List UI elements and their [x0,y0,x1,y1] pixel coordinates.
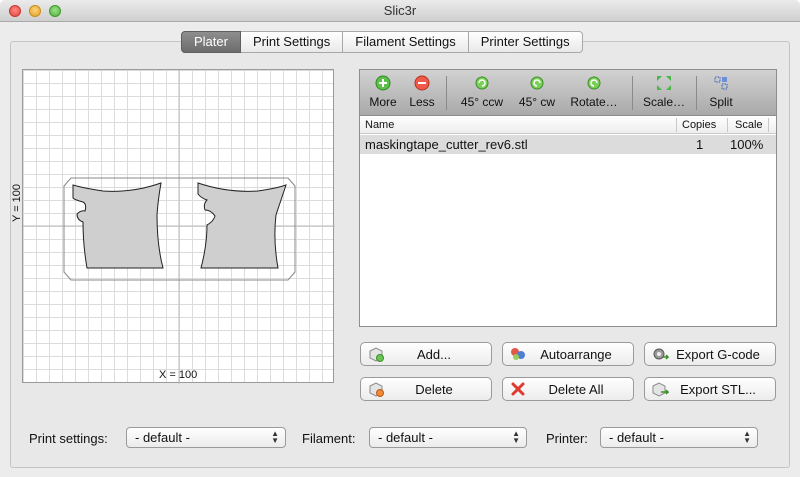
title-bar: Slic3r [0,0,800,22]
less-button[interactable]: Less [406,74,438,114]
column-header-copies[interactable]: Copies [682,119,716,131]
toolbar-separator [446,76,447,110]
less-label: Less [409,95,435,109]
scale-arrows-icon [657,76,671,90]
add-button[interactable]: Add... [360,342,492,366]
plater-canvas[interactable] [22,69,335,384]
object-name-cell: maskingtape_cutter_rev6.stl [365,137,528,152]
scale-button[interactable]: Scale… [640,74,688,114]
print-settings-select[interactable]: - default - ▲ ▼ [126,427,286,448]
rotate-cw-button[interactable]: 45° cw [514,74,560,114]
object-copies-cell: 1 [696,137,704,152]
toolbar-separator [696,76,697,110]
autoarrange-icon [511,348,525,360]
column-divider [676,118,677,132]
remove-circle-icon [414,75,430,91]
select-arrows-icon: ▲ ▼ [271,429,279,445]
select-arrows-icon: ▲ ▼ [743,429,751,445]
split-icon [714,76,728,90]
column-header-name[interactable]: Name [365,119,394,131]
split-label: Split [709,95,733,109]
plater-x-label: X = 100 [159,369,198,381]
more-button[interactable]: More [366,74,400,114]
object-list-row[interactable]: maskingtape_cutter_rev6.stl 1 100% [360,135,776,154]
tab-printer-settings[interactable]: Printer Settings [468,31,583,53]
printer-value: - default - [609,430,664,445]
column-divider [768,118,769,132]
tab-print-settings[interactable]: Print Settings [240,31,344,53]
object-toolbar: More Less 45° ccw 45° cw Rotate… Scale… … [359,69,777,115]
export-stl-icon [652,382,669,397]
column-header-scale[interactable]: Scale [735,119,763,131]
gear-icon [653,348,669,360]
filament-value: - default - [378,430,433,445]
delete-object-icon [369,382,384,397]
select-arrows-icon: ▲ ▼ [512,429,520,445]
printer-label: Printer: [546,431,588,446]
filament-select[interactable]: - default - ▲ ▼ [369,427,527,448]
rotate-ccw-icon [475,76,489,90]
object-list-header: Name Copies Scale [360,116,776,134]
toolbar-separator [632,76,633,110]
delete-button[interactable]: Delete [360,377,492,401]
add-object-icon [369,347,384,362]
split-button[interactable]: Split [704,74,738,114]
rotate-ccw-button[interactable]: 45° ccw [456,74,508,114]
print-settings-value: - default - [135,430,190,445]
export-gcode-button[interactable]: Export G-code [644,342,776,366]
filament-label: Filament: [302,431,356,446]
rotate-ccw-label: 45° ccw [460,95,504,109]
tab-plater[interactable]: Plater [181,31,241,53]
red-x-icon [511,382,525,396]
rotate-cw-label: 45° cw [518,95,556,109]
rotate-label: Rotate… [570,95,618,109]
print-settings-label: Print settings: [29,431,108,446]
tab-bar: Plater Print Settings Filament Settings … [181,31,583,53]
more-label: More [369,95,397,109]
scale-label: Scale… [642,95,686,109]
object-scale-cell: 100% [730,137,764,152]
rotate-button[interactable]: Rotate… [566,74,622,114]
autoarrange-button[interactable]: Autoarrange [502,342,634,366]
object-list[interactable]: Name Copies Scale maskingtape_cutter_rev… [359,115,777,327]
tab-filament-settings[interactable]: Filament Settings [343,31,469,53]
delete-all-button[interactable]: Delete All [502,377,634,401]
add-circle-icon [375,75,391,91]
object-part-right [197,182,287,269]
object-part-left [72,182,164,269]
printer-select[interactable]: - default - ▲ ▼ [600,427,758,448]
rotate-icon [587,76,601,90]
export-stl-button[interactable]: Export STL... [644,377,776,401]
plater-objects [23,70,335,384]
plater-y-label: Y = 100 [11,183,23,222]
rotate-cw-icon [530,76,544,90]
column-divider [727,118,728,132]
window-title: Slic3r [383,3,417,18]
main-window: Slic3r Plater Print Settings Filament Se… [0,0,800,477]
